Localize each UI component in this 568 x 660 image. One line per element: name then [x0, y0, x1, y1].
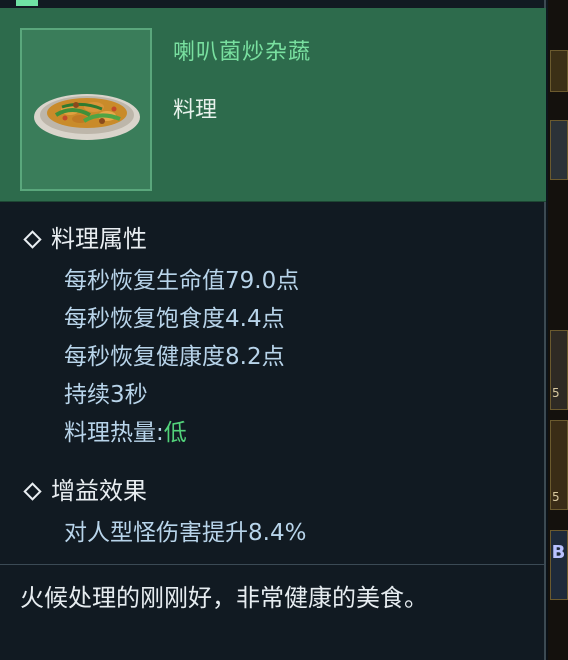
background-slot-count: 5 — [552, 386, 560, 400]
item-icon-frame — [20, 28, 152, 191]
background-badge-icon: B — [551, 542, 566, 563]
section-title: 增益效果 — [22, 474, 306, 508]
heat-value: 低 — [163, 420, 187, 446]
attribute-line: 每秒恢复生命值79.0点 — [64, 268, 300, 294]
cooking-attributes-section: 料理属性 每秒恢复生命值79.0点 每秒恢复饱食度4.4点 每秒恢复健康度8.2… — [22, 222, 299, 452]
stir-fried-vegetables-dish-icon — [34, 94, 140, 140]
attribute-line: 每秒恢复饱食度4.4点 — [64, 306, 285, 332]
section-title: 料理属性 — [22, 222, 299, 256]
section-title-label: 料理属性 — [51, 225, 147, 253]
item-description: 火候处理的刚刚好，非常健康的美食。 — [20, 584, 428, 612]
diamond-bullet-icon — [23, 481, 42, 501]
attribute-list: 每秒恢复生命值79.0点 每秒恢复饱食度4.4点 每秒恢复健康度8.2点 持续3… — [22, 262, 299, 452]
background-inventory-slot[interactable] — [550, 50, 568, 92]
item-tooltip: 喇叭菌炒杂蔬 料理 料理属性 每秒恢复生命值79.0点 每秒恢复饱食度4.4点 … — [0, 0, 546, 660]
item-type: 料理 — [173, 98, 218, 123]
divider — [0, 564, 546, 565]
tooltip-header: 喇叭菌炒杂蔬 料理 — [0, 8, 546, 202]
buff-effects-section: 增益效果 对人型怪伤害提升8.4% — [22, 474, 306, 552]
diamond-bullet-icon — [23, 229, 42, 249]
heat-label: 料理热量: — [64, 420, 164, 446]
attribute-line: 持续3秒 — [64, 382, 148, 408]
attribute-line: 每秒恢复健康度8.2点 — [64, 344, 285, 370]
heat-line: 料理热量:低 — [22, 414, 299, 452]
buff-list: 对人型怪伤害提升8.4% — [22, 514, 306, 552]
game-screen: 5 5 B 喇叭菌炒杂蔬 料理 料理属性 每秒恢复生命值79.0点 每秒恢复饱食… — [0, 0, 568, 660]
tooltip-top-accent — [16, 0, 38, 6]
section-title-label: 增益效果 — [51, 477, 147, 505]
item-name: 喇叭菌炒杂蔬 — [173, 40, 312, 65]
buff-line: 对人型怪伤害提升8.4% — [64, 520, 307, 546]
background-slot-count: 5 — [552, 490, 560, 504]
background-inventory-slot[interactable] — [550, 120, 568, 180]
